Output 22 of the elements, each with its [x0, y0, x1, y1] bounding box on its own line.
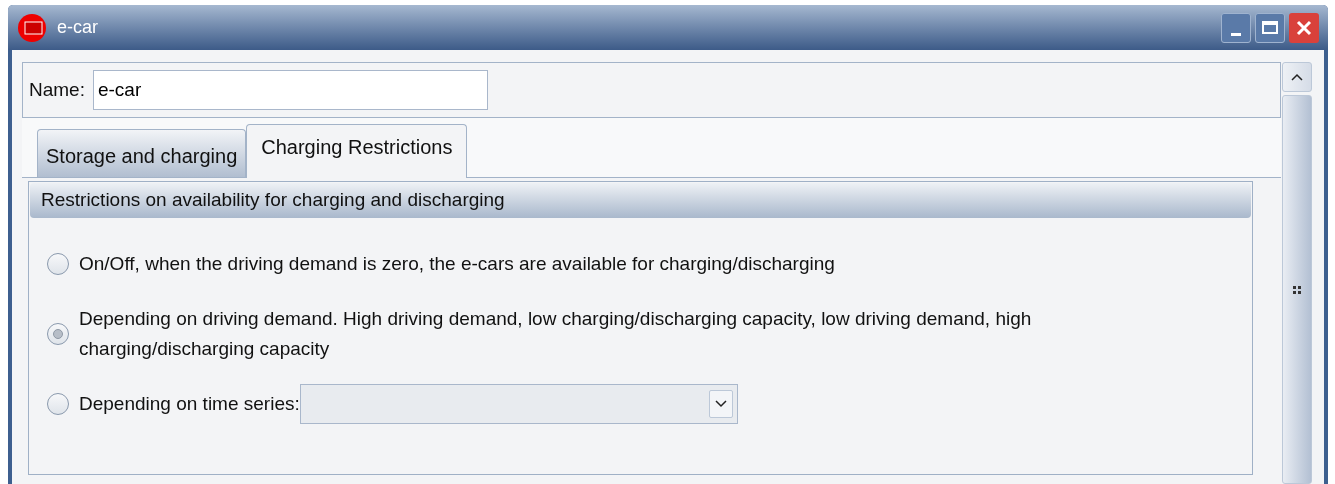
minimize-button[interactable] — [1221, 12, 1251, 43]
name-input-field[interactable]: e-car — [92, 70, 488, 110]
radio-button[interactable] — [47, 253, 69, 275]
chevron-down-icon — [714, 400, 727, 408]
tab[interactable]: Storage and charging — [37, 129, 247, 177]
radio-label: On/Off, when the driving demand is zero, the e-cars are available for charging/discharging — [79, 252, 835, 276]
scroll-up-button[interactable] — [1282, 62, 1312, 92]
radio-label: Depending on driving demand. High driving demand, low charging/discharging capacity, low driving demand, high charging/discharging capacity — [79, 307, 1033, 361]
maximize-button[interactable] — [1255, 12, 1285, 43]
radio-button[interactable] — [47, 393, 69, 415]
name-label: Name: — [29, 77, 85, 102]
grip-icon — [1293, 285, 1301, 294]
app-logo-icon — [17, 12, 47, 43]
close-button[interactable] — [1289, 12, 1319, 43]
radio-button[interactable] — [47, 323, 69, 345]
window-title: e-car — [57, 16, 98, 39]
close-icon — [1296, 19, 1312, 36]
chevron-up-icon — [1291, 73, 1303, 81]
dropdown[interactable] — [299, 384, 738, 424]
radio-label: Depending on time series: — [79, 392, 300, 416]
tab[interactable]: Charging Restrictions — [246, 124, 468, 178]
group-header: Restrictions on availability for charging and discharging — [30, 183, 1251, 218]
